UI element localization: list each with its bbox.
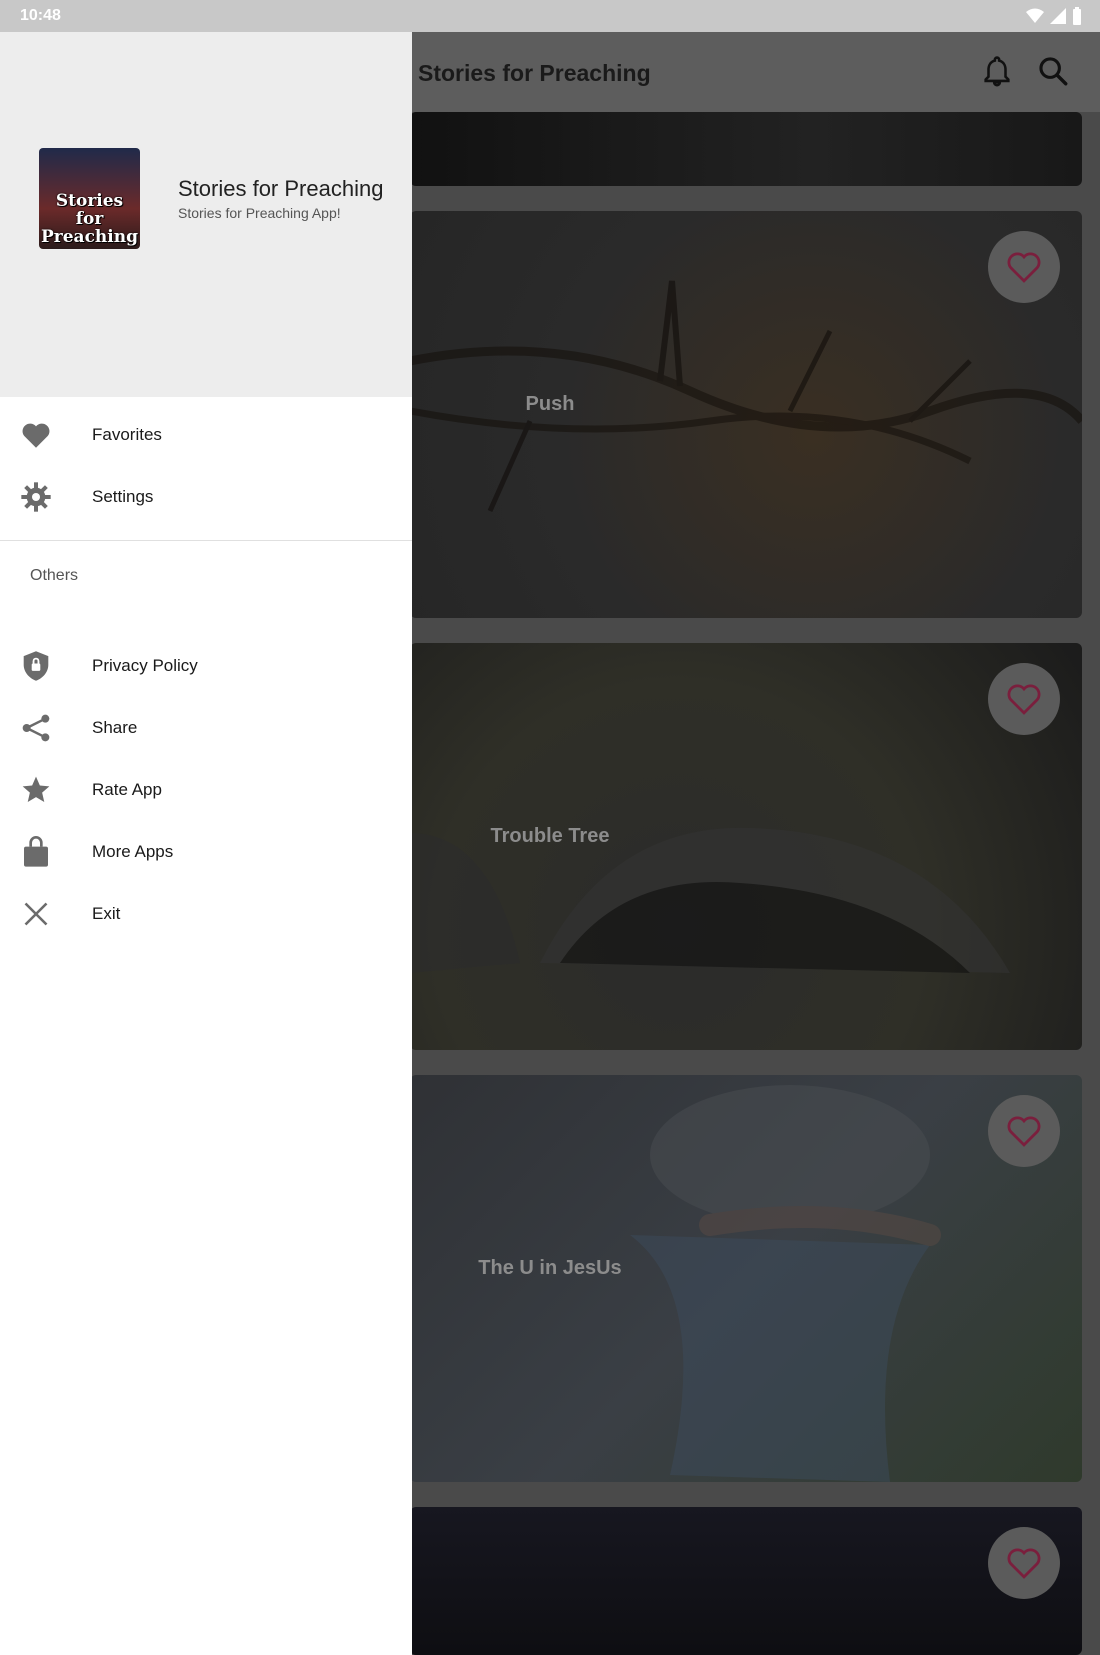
star-icon xyxy=(18,772,54,808)
story-card[interactable]: Trouble Tree xyxy=(410,643,1082,1050)
search-icon[interactable] xyxy=(1036,54,1070,88)
heart-outline-icon xyxy=(1007,252,1041,283)
share-icon xyxy=(18,710,54,746)
story-card[interactable] xyxy=(410,112,1082,186)
story-card[interactable]: The U in JesUs xyxy=(410,1075,1082,1482)
menu-item-settings[interactable]: Settings xyxy=(0,467,412,527)
shopping-bag-icon xyxy=(18,834,54,870)
section-label-others: Others xyxy=(30,567,79,584)
favorite-button[interactable] xyxy=(988,1527,1060,1599)
story-title: Trouble Tree xyxy=(490,825,610,847)
menu-item-favorites[interactable]: Favorites xyxy=(0,405,412,465)
drawer-header: Stories for Preaching Stories for Preach… xyxy=(0,32,412,397)
menu-item-privacy-policy[interactable]: Privacy Policy xyxy=(0,636,412,696)
menu-item-label: Privacy Policy xyxy=(92,656,198,675)
story-card[interactable] xyxy=(410,1507,1082,1655)
menu-item-label: Share xyxy=(92,718,138,737)
close-icon xyxy=(18,896,54,932)
status-time: 10:48 xyxy=(20,7,61,24)
story-title: The U in JesUs xyxy=(478,1257,622,1279)
shield-lock-icon xyxy=(18,648,54,684)
notification-bell-icon[interactable] xyxy=(980,54,1014,88)
navigation-drawer: Stories for Preaching Stories for Preach… xyxy=(0,32,412,1655)
menu-item-label: Favorites xyxy=(92,425,162,444)
drawer-divider xyxy=(0,540,412,541)
drawer-app-title: Stories for Preaching xyxy=(178,176,384,201)
wifi-icon xyxy=(1026,8,1044,29)
heart-icon xyxy=(18,417,54,453)
signal-icon xyxy=(1050,8,1066,29)
app-logo: Stories for Preaching xyxy=(39,148,140,249)
menu-item-label: Settings xyxy=(92,487,154,506)
story-title: Push xyxy=(525,393,575,415)
story-card[interactable]: Push xyxy=(410,211,1082,618)
drawer-app-subtitle: Stories for Preaching App! xyxy=(178,205,341,221)
toolbar-title: Stories for Preaching xyxy=(418,60,651,86)
status-bar: 10:48 xyxy=(0,0,1100,32)
status-icons xyxy=(1026,7,1082,30)
favorite-button[interactable] xyxy=(988,663,1060,735)
gear-icon xyxy=(18,479,54,515)
heart-outline-icon xyxy=(1007,1116,1041,1147)
heart-outline-icon xyxy=(1007,684,1041,715)
menu-item-label: More Apps xyxy=(92,842,174,861)
menu-item-rate-app[interactable]: Rate App xyxy=(0,760,412,820)
menu-item-label: Rate App xyxy=(92,780,162,799)
menu-item-label: Exit xyxy=(92,904,121,923)
menu-item-more-apps[interactable]: More Apps xyxy=(0,822,412,882)
logo-text: Stories for Preaching xyxy=(41,191,138,247)
battery-icon xyxy=(1072,7,1082,30)
favorite-button[interactable] xyxy=(988,1095,1060,1167)
heart-outline-icon xyxy=(1007,1548,1041,1579)
menu-item-exit[interactable]: Exit xyxy=(0,884,412,944)
menu-item-share[interactable]: Share xyxy=(0,698,412,758)
favorite-button[interactable] xyxy=(988,231,1060,303)
